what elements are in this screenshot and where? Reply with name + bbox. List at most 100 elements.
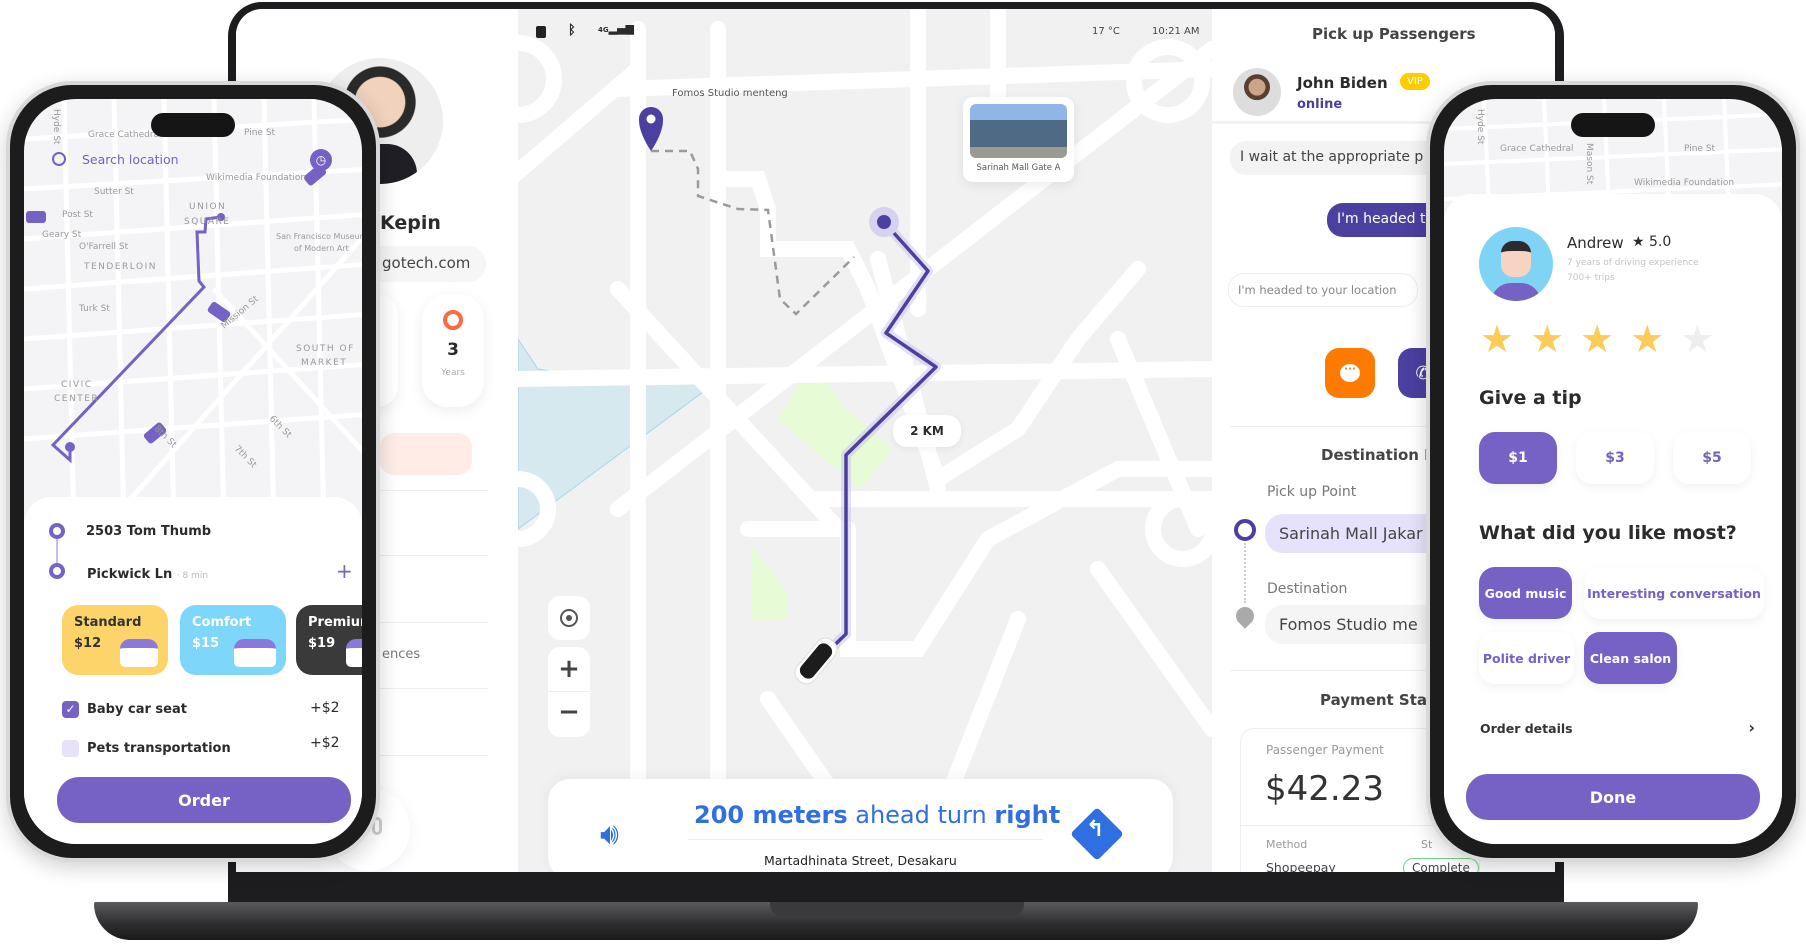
payment-amount: $42.23 (1265, 769, 1384, 809)
divider (380, 622, 488, 623)
map-canvas (518, 9, 1212, 872)
chip-clean-salon[interactable]: Clean salon (1584, 632, 1677, 684)
dynamic-island (1571, 113, 1655, 137)
extra-label: Baby car seat (87, 702, 187, 717)
svg-text:7th St: 7th St (232, 444, 259, 471)
pickup-place-card[interactable]: Sarinah Mall Gate A (963, 97, 1074, 182)
destination-label: Fomos Studio menteng (672, 88, 788, 99)
svg-text:CENTER: CENTER (54, 394, 99, 404)
svg-text:O'Farrell St: O'Farrell St (79, 242, 129, 252)
clock: 10:21 AM (1152, 26, 1200, 37)
method-value: Shopeepay (1266, 860, 1336, 872)
panel-title: Pick up Passengers (1312, 25, 1476, 43)
status-label: St (1421, 838, 1433, 851)
svg-text:SQUARE: SQUARE (184, 217, 230, 227)
instruction-text: 200 meters ahead turn right (694, 801, 1061, 829)
pickup-point-dot (877, 215, 891, 229)
tip-title: Give a tip (1479, 387, 1582, 409)
svg-text:CIVIC: CIVIC (61, 380, 93, 390)
chip-polite-driver[interactable]: Polite driver (1479, 632, 1574, 684)
right-phone: Hyde St Grace Cathedral Mason St Pine St… (1426, 81, 1800, 862)
tip-1-button[interactable]: $1 (1479, 432, 1557, 484)
place-photo (970, 104, 1067, 158)
svg-text:Sutter St: Sutter St (94, 187, 134, 197)
driver-trips: 700+ trips (1567, 273, 1615, 283)
chip-interesting-conversation[interactable]: Interesting conversation (1584, 567, 1764, 619)
passenger-name: John Biden (1297, 74, 1388, 92)
tip-5-button[interactable]: $5 (1673, 432, 1751, 484)
zoom-controls: + − (548, 647, 590, 737)
svg-text:Turk St: Turk St (78, 304, 110, 314)
svg-text:UNION: UNION (189, 202, 226, 212)
method-label: Method (1266, 838, 1308, 851)
rating-sheet: Andrew ★ 5.0 7 years of driving experien… (1444, 194, 1782, 844)
done-button[interactable]: Done (1466, 774, 1760, 820)
turn-instruction-card: 🔊︎ 200 meters ahead turn right Martadhin… (548, 779, 1173, 872)
star-icon[interactable]: ★ (1580, 320, 1614, 358)
tip-3-button[interactable]: $3 (1576, 432, 1654, 484)
navigation-map[interactable]: ᛒ 4G▂▄▆ 17 °C 10:21 AM Fomos Studio ment… (518, 9, 1212, 872)
driver-name: Kepin (380, 212, 441, 234)
left-phone: Hyde St Grace Cathedral Pine St Wikimedia… (6, 81, 380, 862)
action-button[interactable] (380, 433, 472, 475)
booking-sheet: 2503 Tom Thumb Pickwick Ln · 8 min + Sta… (24, 497, 362, 844)
search-input[interactable]: Search location (82, 152, 179, 167)
chip-good-music[interactable]: Good music (1479, 567, 1572, 619)
star-icon[interactable]: ★ (1680, 320, 1714, 358)
car-icon (346, 639, 362, 667)
divider (380, 688, 488, 689)
driver-rating: ★ 5.0 (1632, 234, 1672, 250)
message-input[interactable]: I'm headed to your location (1228, 273, 1418, 307)
add-stop-button[interactable]: + (336, 559, 353, 583)
status-lock-icon (536, 26, 546, 38)
chat-button[interactable]: ··· (1325, 348, 1375, 398)
origin-address[interactable]: 2503 Tom Thumb (86, 524, 211, 539)
search-bar[interactable]: Search location ◷ (44, 141, 344, 177)
order-details-link[interactable]: Order details › (1480, 718, 1755, 737)
svg-text:Grace Cathedral: Grace Cathedral (88, 130, 162, 140)
ride-booking-screen: Hyde St Grace Cathedral Pine St Wikimedia… (24, 99, 362, 844)
pickup-label: Pick up Point (1267, 484, 1357, 500)
order-button[interactable]: Order (57, 777, 351, 823)
dynamic-island (151, 113, 235, 137)
zoom-out-icon[interactable]: − (548, 692, 590, 737)
chat-icon: ··· (1340, 364, 1360, 382)
star-icon[interactable]: ★ (1480, 320, 1514, 358)
menu-item-preferences[interactable]: ences (382, 647, 420, 662)
street-name: Martadhinata Street, Desakaru (764, 853, 957, 868)
svg-text:Geary St: Geary St (42, 230, 82, 240)
vip-badge: VIP (1400, 73, 1430, 90)
baby-seat-checkbox[interactable]: ✓ (62, 701, 79, 718)
divider (380, 490, 488, 491)
divider (380, 555, 488, 556)
history-clock-icon[interactable]: ◷ (310, 149, 332, 171)
svg-text:TENDERLOIN: TENDERLOIN (83, 262, 157, 272)
zoom-in-icon[interactable]: + (548, 647, 590, 692)
pickup-point-icon (1234, 519, 1256, 541)
locate-button[interactable] (548, 596, 590, 640)
route-connector (1244, 543, 1246, 603)
driver-email: gotech.com (366, 246, 486, 282)
destination-label: Destination (1267, 581, 1348, 597)
map-label-mason-st: Mason St (1584, 143, 1594, 185)
destination-dot-icon (49, 563, 65, 579)
star-icon[interactable]: ★ (1630, 320, 1664, 358)
pets-checkbox[interactable] (62, 740, 79, 757)
passenger-avatar (1233, 68, 1281, 116)
speaker-icon[interactable]: 🔊︎ (600, 817, 619, 852)
svg-text:Pine St: Pine St (1684, 144, 1716, 154)
star-icon[interactable]: ★ (1530, 320, 1564, 358)
ride-option-standard[interactable]: Standard $12 (62, 605, 168, 675)
status-signal-icon: 4G▂▄▆ (598, 22, 635, 35)
distance-badge: 2 KM (893, 415, 961, 447)
ride-option-premium[interactable]: Premium$19 (296, 605, 362, 675)
svg-text:Post St: Post St (62, 210, 93, 220)
ride-option-comfort[interactable]: Comfort $15 (180, 605, 286, 675)
eta: · 8 min (176, 571, 209, 581)
star-rating[interactable]: ★ ★ ★ ★ ★ (1480, 320, 1714, 358)
extra-price: +$2 (310, 735, 340, 751)
rate-driver-screen: Hyde St Grace Cathedral Mason St Pine St… (1444, 99, 1782, 844)
payment-label: Passenger Payment (1266, 743, 1384, 757)
extra-price: +$2 (310, 700, 340, 716)
destination-address[interactable]: Pickwick Ln · 8 min (87, 567, 208, 582)
